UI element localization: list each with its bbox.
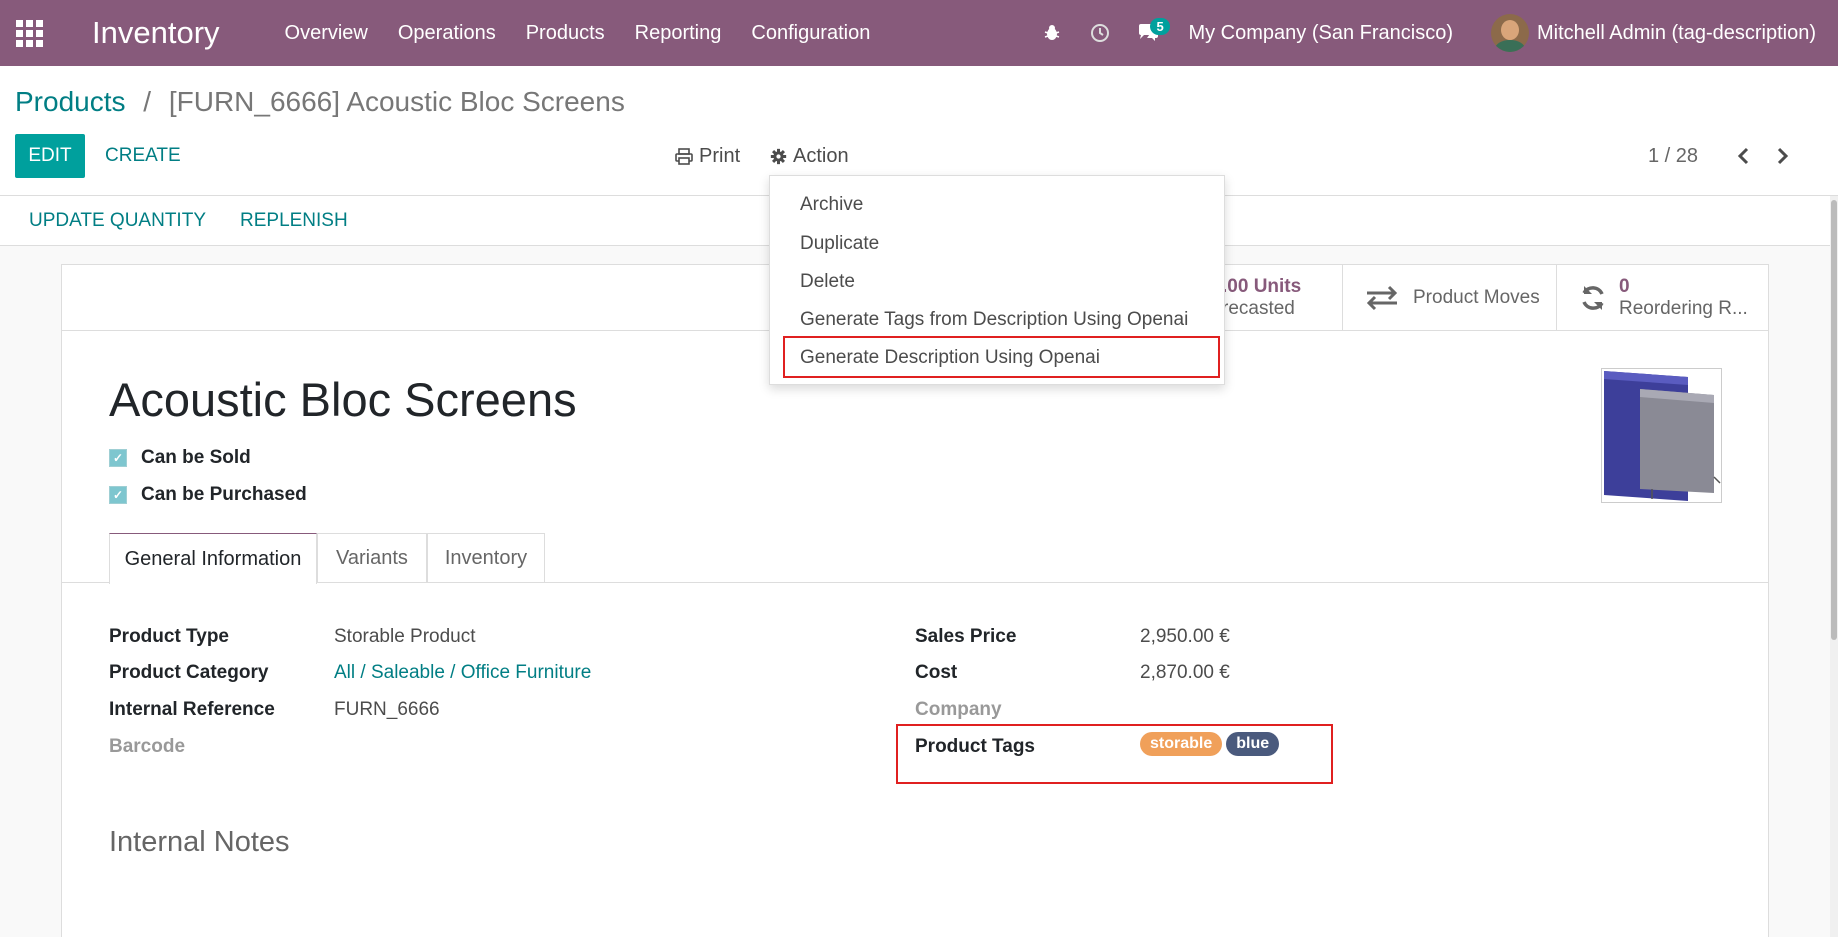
menu-item-generate-tags[interactable]: Generate Tags from Description Using Ope… [800, 309, 1188, 331]
menu-item-archive[interactable]: Archive [800, 194, 863, 216]
main-menu: Overview Operations Products Reporting C… [270, 22, 886, 45]
can-be-sold-label: Can be Sold [141, 447, 251, 468]
can-be-sold-row: ✓ Can be Sold [109, 447, 251, 469]
chevron-right-icon [1777, 147, 1789, 165]
refresh-icon [1582, 286, 1604, 310]
product-type-value[interactable]: Storable Product [334, 626, 476, 648]
gear-icon [770, 148, 787, 164]
message-count-badge: 5 [1150, 18, 1170, 35]
can-be-purchased-checkbox[interactable]: ✓ [109, 486, 127, 504]
internal-reference-value[interactable]: FURN_6666 [334, 699, 440, 721]
apps-menu-icon[interactable] [0, 0, 58, 66]
print-button[interactable]: Print [675, 134, 740, 178]
product-type-label: Product Type [109, 626, 229, 647]
tab-inventory[interactable]: Inventory [427, 533, 545, 583]
breadcrumb: Products / [FURN_6666] Acoustic Bloc Scr… [15, 86, 625, 118]
tab-general-information[interactable]: General Information [109, 533, 317, 584]
internal-notes-title: Internal Notes [109, 826, 290, 858]
messages-icon[interactable]: 5 [1124, 0, 1172, 66]
action-label: Action [793, 144, 849, 167]
pager-value[interactable]: 1 / 28 [1648, 134, 1698, 178]
tab-variants[interactable]: Variants [317, 533, 427, 583]
menu-item-delete[interactable]: Delete [800, 271, 855, 293]
product-category-link[interactable]: All / Saleable / Office Furniture [334, 662, 591, 684]
user-menu[interactable]: Mitchell Admin (tag-description) [1537, 22, 1816, 45]
internal-reference-label: Internal Reference [109, 699, 275, 720]
product-category-label: Product Category [109, 662, 269, 683]
reordering-rules-smart-button[interactable]: 0 Reordering R... [1556, 265, 1768, 331]
navbar-systray: 5 My Company (San Francisco) Mitchell Ad… [1028, 0, 1838, 66]
breadcrumb-current: [FURN_6666] Acoustic Bloc Screens [168, 86, 625, 117]
app-brand[interactable]: Inventory [92, 15, 220, 51]
menu-configuration[interactable]: Configuration [736, 22, 885, 45]
generate-description-highlight [783, 336, 1220, 378]
product-tags-highlight [896, 724, 1333, 784]
cost-value[interactable]: 2,870.00 € [1140, 662, 1230, 684]
menu-item-duplicate[interactable]: Duplicate [800, 233, 879, 255]
forecasted-value: .00 Units [1222, 276, 1302, 297]
breadcrumb-separator: / [143, 86, 152, 117]
print-icon [675, 147, 693, 165]
menu-reporting[interactable]: Reporting [620, 22, 737, 45]
create-button[interactable]: CREATE [105, 134, 181, 178]
scrollbar-thumb[interactable] [1831, 200, 1837, 640]
product-name: Acoustic Bloc Screens [109, 373, 577, 426]
bug-icon[interactable] [1028, 0, 1076, 66]
exchange-arrows-icon [1366, 285, 1398, 311]
breadcrumb-products-link[interactable]: Products [15, 86, 126, 117]
chevron-left-icon [1737, 147, 1749, 165]
forecasted-label: recasted [1222, 298, 1295, 319]
company-switcher[interactable]: My Company (San Francisco) [1188, 22, 1453, 45]
menu-operations[interactable]: Operations [383, 22, 511, 45]
activity-clock-icon[interactable] [1076, 0, 1124, 66]
edit-button[interactable]: EDIT [15, 134, 85, 178]
can-be-sold-checkbox[interactable]: ✓ [109, 449, 127, 467]
can-be-purchased-row: ✓ Can be Purchased [109, 484, 307, 506]
product-moves-label: Product Moves [1413, 287, 1540, 308]
product-image[interactable] [1601, 368, 1722, 503]
form-tabs: General Information Variants Inventory [62, 533, 1768, 584]
barcode-label: Barcode [109, 736, 186, 757]
menu-overview[interactable]: Overview [270, 22, 383, 45]
product-moves-smart-button[interactable]: Product Moves [1342, 265, 1556, 331]
sales-price-label: Sales Price [915, 626, 1017, 647]
reordering-count: 0 [1619, 276, 1630, 297]
print-label: Print [699, 144, 741, 167]
pager-next-button[interactable] [1768, 134, 1798, 178]
user-avatar[interactable] [1491, 14, 1529, 52]
pager-previous-button[interactable] [1728, 134, 1758, 178]
cost-label: Cost [915, 662, 958, 683]
menu-products[interactable]: Products [511, 22, 620, 45]
top-navbar: Inventory Overview Operations Products R… [0, 0, 1838, 66]
replenish-button[interactable]: REPLENISH [240, 210, 348, 232]
action-button[interactable]: Action [770, 134, 849, 178]
company-label: Company [915, 699, 1002, 720]
page-scrollbar[interactable] [1830, 196, 1838, 937]
can-be-purchased-label: Can be Purchased [141, 484, 307, 505]
reordering-label: Reordering R... [1619, 298, 1748, 319]
update-quantity-button[interactable]: UPDATE QUANTITY [29, 210, 206, 232]
sales-price-value[interactable]: 2,950.00 € [1140, 626, 1230, 648]
